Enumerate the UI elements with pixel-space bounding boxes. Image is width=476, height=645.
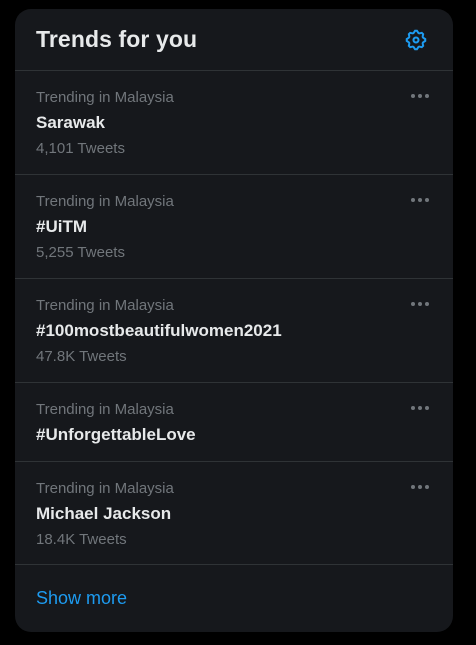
gear-icon bbox=[405, 29, 427, 50]
trend-item[interactable]: Trending in Malaysia Michael Jackson 18.… bbox=[15, 462, 453, 565]
trend-item[interactable]: Trending in Malaysia #100mostbeautifulwo… bbox=[15, 279, 453, 383]
trend-item[interactable]: Trending in Malaysia Sarawak 4,101 Tweet… bbox=[15, 71, 453, 175]
trend-name: #UiTM bbox=[36, 217, 87, 236]
trend-item[interactable]: Trending in Malaysia #UnforgettableLove bbox=[15, 383, 453, 462]
trend-name: Sarawak bbox=[36, 113, 105, 132]
trend-tweet-count: 5,255 Tweets bbox=[36, 244, 125, 261]
trend-name: #UnforgettableLove bbox=[36, 425, 196, 444]
show-more-label: Show more bbox=[36, 588, 128, 608]
trend-name: #100mostbeautifulwomen2021 bbox=[36, 321, 282, 340]
settings-button[interactable] bbox=[399, 23, 433, 57]
more-icon bbox=[411, 302, 429, 306]
more-options-button[interactable] bbox=[409, 297, 431, 311]
show-more-link[interactable]: Show more bbox=[15, 565, 453, 632]
more-icon bbox=[411, 485, 429, 489]
more-options-button[interactable] bbox=[409, 193, 431, 207]
trend-context: Trending in Malaysia bbox=[36, 193, 174, 210]
trend-tweet-count: 18.4K Tweets bbox=[36, 531, 127, 548]
trend-context: Trending in Malaysia bbox=[36, 401, 174, 418]
trend-context: Trending in Malaysia bbox=[36, 297, 174, 314]
more-icon bbox=[411, 198, 429, 202]
more-icon bbox=[411, 94, 429, 98]
trend-name: Michael Jackson bbox=[36, 504, 172, 523]
more-icon bbox=[411, 406, 429, 410]
panel-header: Trends for you bbox=[15, 9, 453, 71]
more-options-button[interactable] bbox=[409, 480, 431, 494]
trend-tweet-count: 47.8K Tweets bbox=[36, 348, 127, 365]
trend-item[interactable]: Trending in Malaysia #UiTM 5,255 Tweets bbox=[15, 175, 453, 279]
trend-tweet-count: 4,101 Tweets bbox=[36, 140, 125, 157]
more-options-button[interactable] bbox=[409, 89, 431, 103]
trend-context: Trending in Malaysia bbox=[36, 89, 174, 106]
more-options-button[interactable] bbox=[409, 401, 431, 415]
trend-context: Trending in Malaysia bbox=[36, 480, 174, 497]
trends-panel: Trends for you Trending in Malaysia Sara… bbox=[15, 9, 453, 632]
panel-title: Trends for you bbox=[36, 26, 198, 52]
